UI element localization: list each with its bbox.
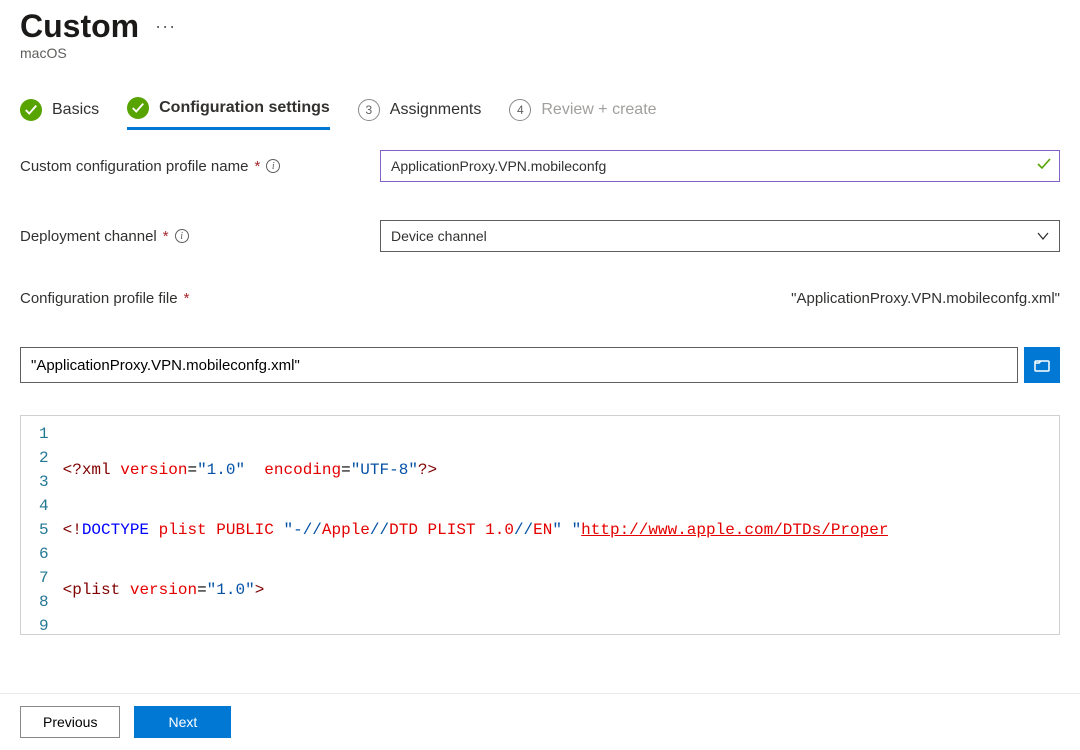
config-file-summary: "ApplicationProxy.VPN.mobileconfg.xml" bbox=[791, 290, 1060, 307]
folder-open-icon bbox=[1033, 356, 1051, 374]
previous-button[interactable]: Previous bbox=[20, 706, 120, 738]
check-icon bbox=[20, 99, 42, 121]
step-number-icon: 3 bbox=[358, 99, 380, 121]
step-assignments[interactable]: 3 Assignments bbox=[358, 99, 482, 121]
more-actions-icon[interactable]: ··· bbox=[155, 16, 176, 37]
step-configuration-settings[interactable]: Configuration settings bbox=[127, 97, 330, 130]
step-label: Basics bbox=[52, 101, 99, 119]
deployment-channel-select[interactable] bbox=[380, 220, 1060, 252]
config-file-path-input[interactable] bbox=[20, 347, 1018, 383]
deployment-channel-label: Deployment channel * i bbox=[20, 228, 380, 245]
required-marker: * bbox=[184, 290, 190, 307]
profile-name-input[interactable] bbox=[380, 150, 1060, 182]
step-basics[interactable]: Basics bbox=[20, 99, 99, 121]
page-subtitle: macOS bbox=[20, 45, 1060, 61]
info-icon[interactable]: i bbox=[175, 229, 189, 243]
step-number-icon: 4 bbox=[509, 99, 531, 121]
step-review-create[interactable]: 4 Review + create bbox=[509, 99, 656, 121]
valid-check-icon bbox=[1036, 156, 1052, 177]
config-file-label: Configuration profile file * bbox=[20, 290, 380, 307]
xml-editor[interactable]: 123456789 <?xml version="1.0" encoding="… bbox=[20, 415, 1060, 635]
check-icon bbox=[127, 97, 149, 119]
step-label: Configuration settings bbox=[159, 99, 330, 117]
required-marker: * bbox=[163, 228, 169, 245]
next-button[interactable]: Next bbox=[134, 706, 231, 738]
line-number-gutter: 123456789 bbox=[21, 416, 63, 634]
info-icon[interactable]: i bbox=[266, 159, 280, 173]
required-marker: * bbox=[254, 158, 260, 175]
profile-name-label: Custom configuration profile name * i bbox=[20, 158, 380, 175]
code-body[interactable]: <?xml version="1.0" encoding="UTF-8"?> <… bbox=[63, 416, 889, 634]
wizard-stepper: Basics Configuration settings 3 Assignme… bbox=[20, 97, 1060, 122]
step-label: Review + create bbox=[541, 101, 656, 119]
step-label: Assignments bbox=[390, 101, 482, 119]
wizard-footer: Previous Next bbox=[0, 693, 1080, 750]
page-title: Custom bbox=[20, 8, 139, 45]
browse-file-button[interactable] bbox=[1024, 347, 1060, 383]
